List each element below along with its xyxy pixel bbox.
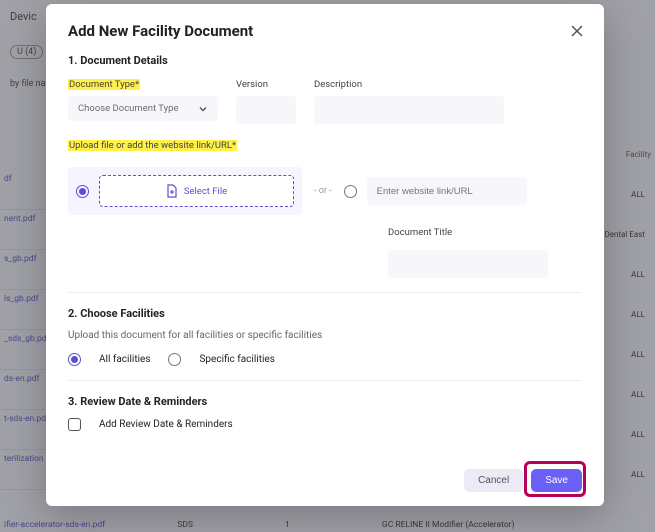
- file-upload-pane: Select File: [68, 167, 302, 215]
- cancel-button[interactable]: Cancel: [464, 469, 523, 492]
- specific-facilities-radio[interactable]: [168, 353, 181, 366]
- version-label: Version: [236, 79, 268, 90]
- website-url-input[interactable]: [367, 177, 527, 205]
- document-details-row: Document Type* Choose Document Type Vers…: [68, 77, 582, 124]
- document-type-label: Document Type*: [68, 79, 140, 90]
- document-title-group: Document Title: [388, 225, 582, 278]
- specific-facilities-label: Specific facilities: [199, 354, 274, 365]
- select-file-button[interactable]: Select File: [99, 175, 294, 207]
- version-input[interactable]: [236, 96, 296, 124]
- section-2-heading: 2. Choose Facilities: [68, 307, 582, 320]
- description-label: Description: [314, 79, 362, 90]
- chevron-down-icon: [198, 104, 208, 114]
- add-review-checkbox[interactable]: [68, 418, 81, 431]
- close-button[interactable]: [570, 22, 586, 38]
- add-facility-document-modal: Add New Facility Document 1. Document De…: [46, 4, 604, 506]
- upload-row: Select File - or -: [68, 167, 582, 215]
- modal-title: Add New Facility Document: [68, 22, 582, 40]
- document-title-input[interactable]: [388, 250, 548, 278]
- divider: [68, 380, 582, 381]
- upload-file-radio[interactable]: [76, 185, 89, 198]
- review-date-row: Add Review Date & Reminders: [68, 418, 582, 431]
- upload-label: Upload file or add the website link/URL*: [68, 140, 237, 151]
- modal-footer: Cancel Save: [464, 469, 582, 492]
- description-input[interactable]: [314, 96, 504, 124]
- file-icon: [166, 184, 178, 198]
- save-button[interactable]: Save: [531, 469, 582, 492]
- document-title-label: Document Title: [388, 227, 452, 238]
- section-3-heading: 3. Review Date & Reminders: [68, 395, 582, 408]
- document-type-placeholder: Choose Document Type: [78, 103, 179, 114]
- all-facilities-radio[interactable]: [68, 353, 81, 366]
- all-facilities-label: All facilities: [99, 354, 150, 365]
- section-2-helper: Upload this document for all facilities …: [68, 330, 582, 341]
- divider: [68, 292, 582, 293]
- close-icon: [570, 24, 584, 38]
- add-review-label: Add Review Date & Reminders: [99, 419, 233, 430]
- document-type-select[interactable]: Choose Document Type: [68, 96, 218, 121]
- or-divider: - or -: [314, 186, 332, 196]
- section-1-heading: 1. Document Details: [68, 54, 582, 67]
- facility-options: All facilities Specific facilities: [68, 353, 582, 366]
- website-url-radio[interactable]: [344, 185, 357, 198]
